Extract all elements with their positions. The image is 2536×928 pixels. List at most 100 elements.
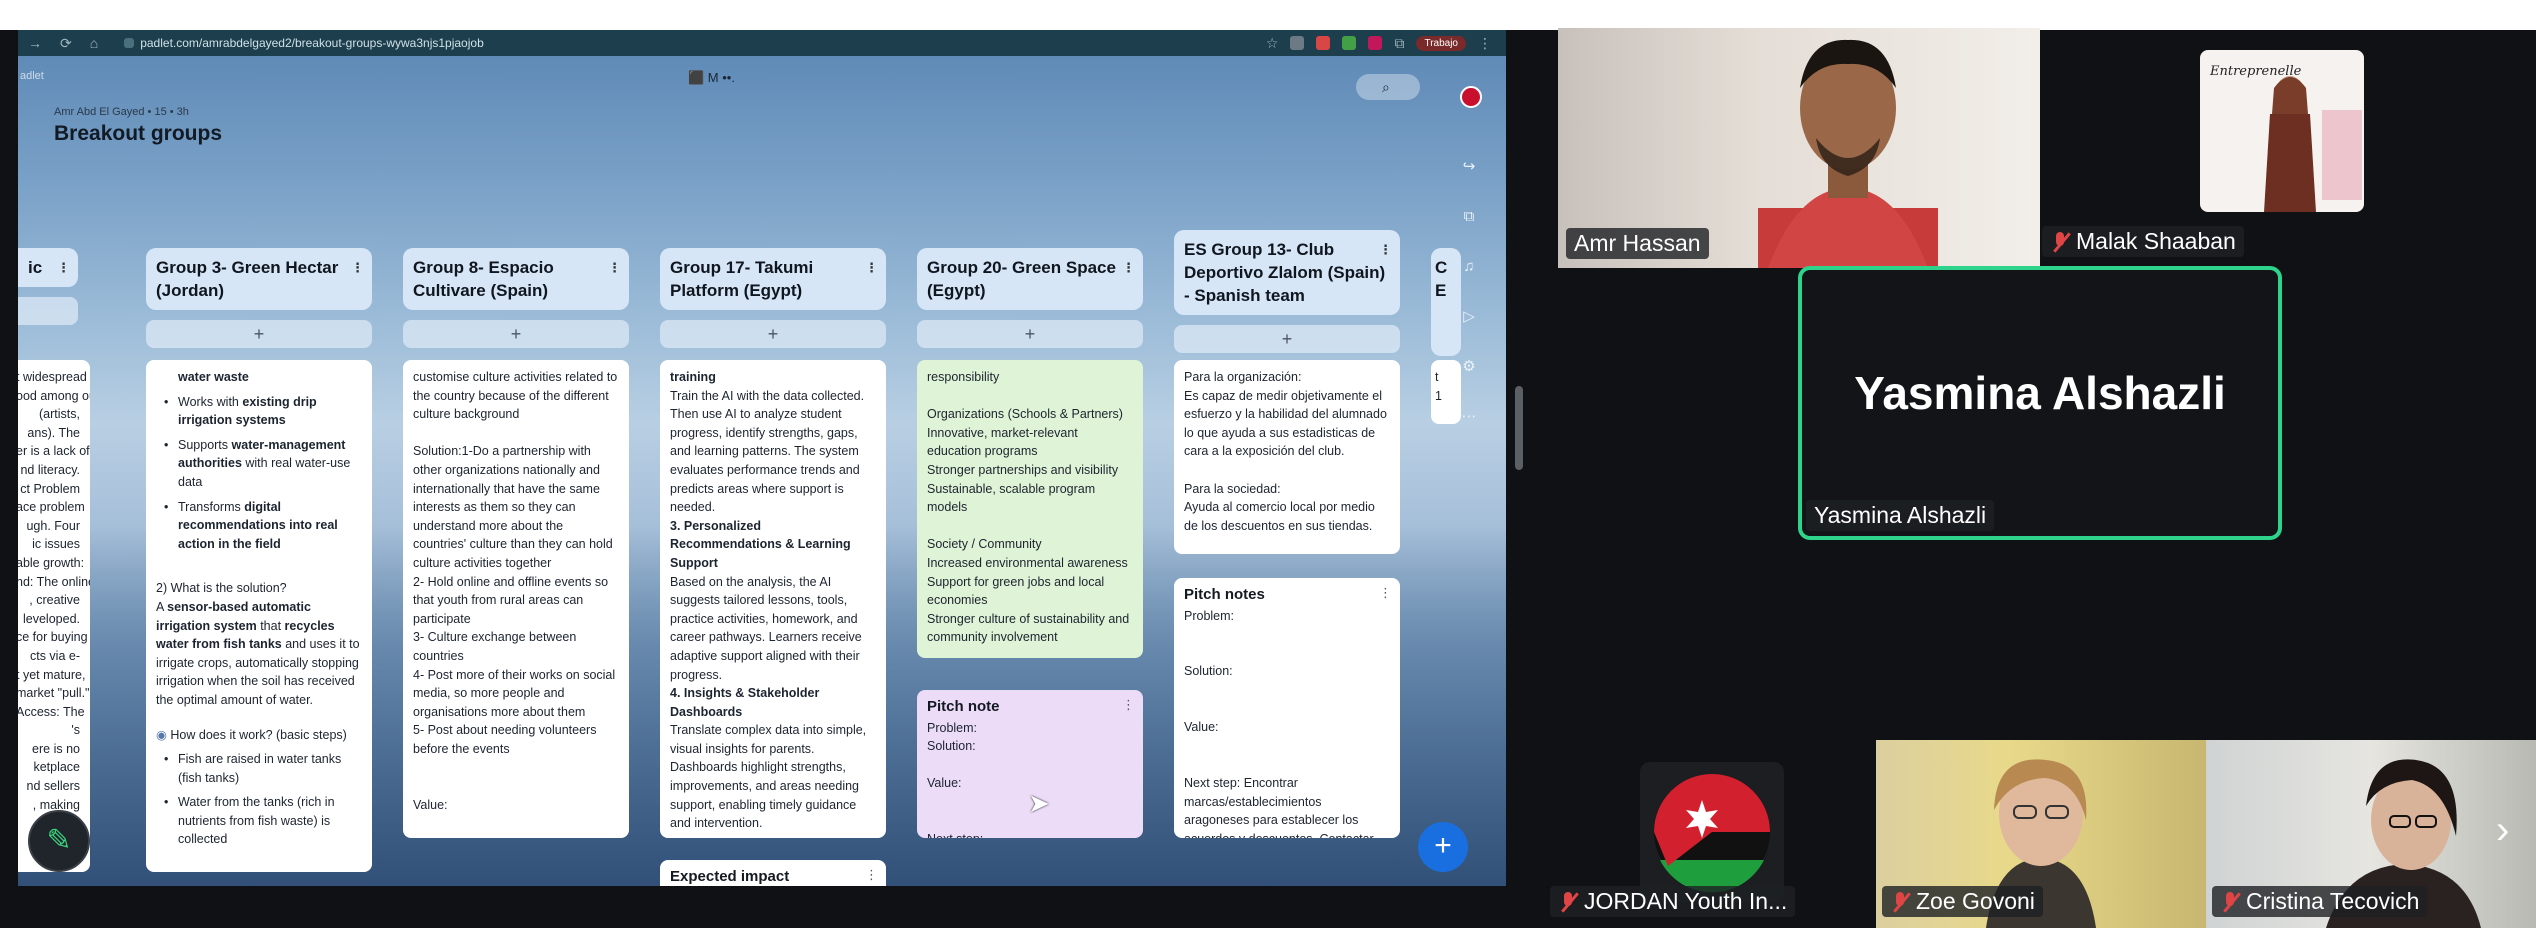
video-tile-malak[interactable]: Entreprenelle [2200, 50, 2364, 212]
search-icon[interactable]: ⌕ [1356, 74, 1420, 100]
column-title: Group 17- Takumi Platform (Egypt) [670, 258, 814, 300]
participant-name: Malak Shaaban [2042, 226, 2244, 257]
post-line: ic issues [32, 537, 80, 552]
video-tile-jordan[interactable] [1640, 762, 1784, 902]
user-avatar[interactable] [1460, 86, 1482, 108]
column-header[interactable]: Group 8- Espacio Cultivare (Spain) ⋮ [403, 248, 629, 310]
post-card[interactable]: customise culture activities related to … [403, 360, 629, 838]
add-post-button[interactable]: + [146, 320, 372, 348]
post-card[interactable]: Expected impact ⋮ [660, 860, 886, 886]
add-post-button[interactable]: + [403, 320, 629, 348]
column-title: Group 8- Espacio Cultivare (Spain) [413, 258, 554, 300]
add-post-fab[interactable]: + [1418, 822, 1468, 872]
add-post-button[interactable]: + [18, 297, 78, 325]
reload-icon[interactable]: ⟳ [60, 35, 72, 52]
remake-icon[interactable]: ⧉ [1456, 204, 1482, 230]
post-menu-icon[interactable]: ⋮ [1122, 696, 1135, 715]
column-1: Group 3- Green Hectar (Jordan) ⋮ + [146, 248, 372, 348]
column-header[interactable]: ES Group 13- Club Deportivo Zlalom (Spai… [1174, 230, 1400, 315]
bullet-item: Transforms digital recommendations into … [156, 498, 362, 554]
share-icon[interactable]: ↪ [1456, 154, 1482, 180]
post-line: nd sellers [26, 779, 81, 794]
extension-icon[interactable] [1316, 36, 1331, 50]
add-post-button[interactable]: + [660, 320, 886, 348]
post-line: ere is no [32, 741, 80, 756]
add-post-button[interactable]: + [917, 320, 1143, 348]
home-icon[interactable]: ⌂ [90, 35, 98, 51]
pitch-note-card[interactable]: Pitch notes ⋮ Problem: Solution: Value: … [1174, 578, 1400, 838]
column-header[interactable]: Group 20- Green Space (Egypt) ⋮ [917, 248, 1143, 310]
column-menu-icon[interactable]: ⋮ [865, 256, 878, 279]
post-line: 's [71, 723, 80, 738]
edit-pencil-icon[interactable]: ✎ [28, 810, 90, 872]
extension-icon[interactable] [1368, 36, 1383, 50]
post-line: ce for buying [18, 630, 88, 645]
back-icon[interactable]: → [28, 35, 42, 51]
participant-name-text: Cristina Tecovich [2246, 888, 2420, 914]
video-tile-amr[interactable]: Amr Hassan [1558, 28, 2040, 268]
column-5: ES Group 13- Club Deportivo Zlalom (Spai… [1174, 230, 1400, 353]
column-menu-icon[interactable]: ⋮ [1122, 256, 1135, 279]
post-menu-icon[interactable]: ⋮ [865, 866, 878, 885]
post-line: able growth: [18, 555, 85, 570]
post-body: t widespread ood among our (artists, ans). … [18, 368, 90, 814]
jordan-flag-avatar [1654, 774, 1770, 893]
extension-icon[interactable] [1290, 36, 1305, 50]
column-header[interactable]: C E [1431, 248, 1461, 356]
post-title: Pitch note [927, 698, 1000, 715]
site-info-icon[interactable] [124, 38, 135, 48]
post-text: ◉ How does it work? (basic steps) [156, 727, 347, 742]
post-line: t widespread [18, 370, 87, 384]
app-label: adlet [20, 70, 44, 82]
extension-icon[interactable] [1342, 36, 1357, 50]
muted-mic-icon [1890, 891, 1910, 913]
url-text: padlet.com/amrabdelgayed2/breakout-group… [140, 36, 484, 50]
participant-name-text: JORDAN Youth In... [1584, 888, 1788, 914]
column-header[interactable]: Group 17- Takumi Platform (Egypt) ⋮ [660, 248, 886, 310]
post-menu-icon[interactable]: ⋮ [1379, 584, 1392, 603]
column-title: ES Group 13- Club Deportivo Zlalom (Spai… [1184, 240, 1386, 305]
column-header[interactable]: ic ⋮ [18, 248, 78, 287]
post-card[interactable]: t widespread ood among our (artists, ans). … [18, 360, 90, 872]
post-line: ood among our [18, 388, 90, 403]
column-2: Group 8- Espacio Cultivare (Spain) ⋮ + [403, 248, 629, 348]
post-line: leveloped. [23, 611, 80, 626]
post-steps: Fish are raised in water tanks (fish tan… [156, 750, 362, 849]
browser-menu-icon[interactable]: ⋮ [1478, 35, 1492, 52]
column-header[interactable]: Group 3- Green Hectar (Jordan) ⋮ [146, 248, 372, 310]
column-3: Group 17- Takumi Platform (Egypt) ⋮ + [660, 248, 886, 348]
muted-mic-icon [2220, 891, 2240, 913]
post-card[interactable]: t 1 [1431, 360, 1461, 424]
post-card[interactable]: training Train the AI with the data coll… [660, 360, 886, 838]
board-top-icons[interactable]: ⬛ M ••. [688, 70, 735, 86]
board-title: Breakout groups [54, 122, 223, 145]
column-title: C E [1435, 258, 1448, 300]
column-menu-icon[interactable]: ⋮ [608, 256, 621, 279]
column-menu-icon[interactable]: ⋮ [1379, 238, 1392, 261]
participant-name-large: Yasmina Alshazli [1854, 367, 2226, 419]
add-post-button[interactable]: + [1174, 325, 1400, 353]
video-tile-yasmina-active-speaker[interactable]: Yasmina Alshazli Yasmina Alshazli [1798, 266, 2282, 540]
post-text: Problem: Solution: Value: Next step: [927, 720, 983, 838]
post-text: water waste [178, 370, 249, 384]
post-card[interactable]: water waste Works with existing drip irr… [146, 360, 372, 872]
post-card[interactable]: responsibility Organizations (Schools & … [917, 360, 1143, 658]
video-tile-cristina[interactable]: Cristina Tecovich [2206, 740, 2536, 928]
post-line: ugh. Four [26, 518, 80, 533]
post-card[interactable]: Para la organización: Es capaz de medir … [1174, 360, 1400, 554]
bullet-item: Works with existing drip irrigation syst… [156, 393, 362, 430]
profile-chip[interactable]: Trabajo [1416, 35, 1466, 51]
panel-divider-handle[interactable] [1515, 386, 1523, 470]
bookmark-star-icon[interactable]: ☆ [1266, 35, 1279, 52]
padlet-sidebar: ↪ ⧉ ♫ ▷ ⚙ ⋯ [1442, 64, 1498, 886]
column-menu-icon[interactable]: ⋮ [57, 256, 70, 279]
participant-name: Yasmina Alshazli [1806, 500, 1995, 531]
extensions-puzzle-icon[interactable]: ⧉ [1394, 35, 1404, 52]
board-byline: Amr Abd El Gayed • 15 • 3h [54, 106, 189, 118]
next-page-arrow-icon[interactable]: › [2496, 808, 2509, 853]
video-tile-zoe[interactable]: Zoe Govoni [1876, 740, 2206, 928]
column-menu-icon[interactable]: ⋮ [351, 256, 364, 279]
post-line: , creative [29, 593, 80, 608]
lightbulb-icon: ◉ [156, 727, 171, 742]
address-bar[interactable]: padlet.com/amrabdelgayed2/breakout-group… [116, 33, 1096, 53]
